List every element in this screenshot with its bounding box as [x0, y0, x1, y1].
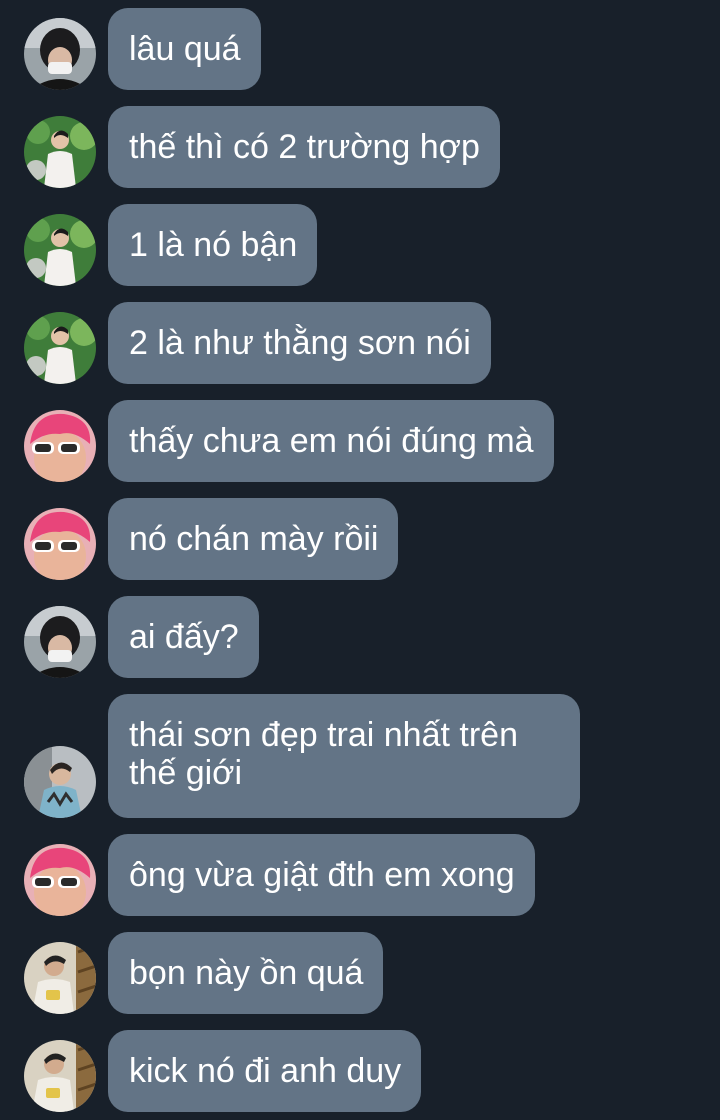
message-text: kick nó đi anh duy: [129, 1052, 402, 1090]
pink-hair-sunglasses-avatar[interactable]: [24, 844, 96, 916]
masked-person-avatar[interactable]: [24, 18, 96, 90]
pink-hair-sunglasses-avatar[interactable]: [24, 410, 96, 482]
message-text: 1 là nó bận: [129, 226, 298, 264]
masked-person-avatar[interactable]: [24, 606, 96, 678]
message-text: thế thì có 2 trường hợp: [129, 128, 480, 166]
message-text: lâu quá: [129, 30, 241, 68]
chat-thread: lâu quá thế thì có 2 trường hợp 1 là nó …: [0, 0, 720, 1120]
message-bubble[interactable]: kick nó đi anh duy: [108, 1030, 422, 1112]
message-bubble[interactable]: nó chán mày rồii: [108, 498, 399, 580]
message-bubble[interactable]: ông vừa giật đth em xong: [108, 834, 535, 916]
mirror-selfie-avatar[interactable]: [24, 942, 96, 1014]
message-bubble[interactable]: ai đấy?: [108, 596, 259, 678]
message-bubble[interactable]: bọn này ồn quá: [108, 932, 384, 1014]
message-text: ông vừa giật đth em xong: [129, 856, 515, 894]
message-bubble[interactable]: thế thì có 2 trường hợp: [108, 106, 500, 188]
message-bubble[interactable]: lâu quá: [108, 8, 261, 90]
pink-hair-sunglasses-avatar[interactable]: [24, 508, 96, 580]
message-bubble[interactable]: 1 là nó bận: [108, 204, 318, 286]
street-person-avatar[interactable]: [24, 746, 96, 818]
message-text: nó chán mày rồii: [129, 520, 379, 558]
garden-person-avatar[interactable]: [24, 214, 96, 286]
mirror-selfie-avatar[interactable]: [24, 1040, 96, 1112]
message-text: thấy chưa em nói đúng mà: [129, 422, 534, 460]
message-bubble[interactable]: 2 là như thằng sơn nói: [108, 302, 491, 384]
garden-person-avatar[interactable]: [24, 312, 96, 384]
message-bubble[interactable]: thấy chưa em nói đúng mà: [108, 400, 554, 482]
message-bubble[interactable]: thái sơn đẹp trai nhất trên thế giới: [108, 694, 580, 818]
garden-person-avatar[interactable]: [24, 116, 96, 188]
message-text: 2 là như thằng sơn nói: [129, 324, 471, 362]
message-text: ai đấy?: [129, 618, 239, 656]
message-text: thái sơn đẹp trai nhất trên thế giới: [129, 716, 518, 792]
message-text: bọn này ồn quá: [129, 954, 364, 992]
